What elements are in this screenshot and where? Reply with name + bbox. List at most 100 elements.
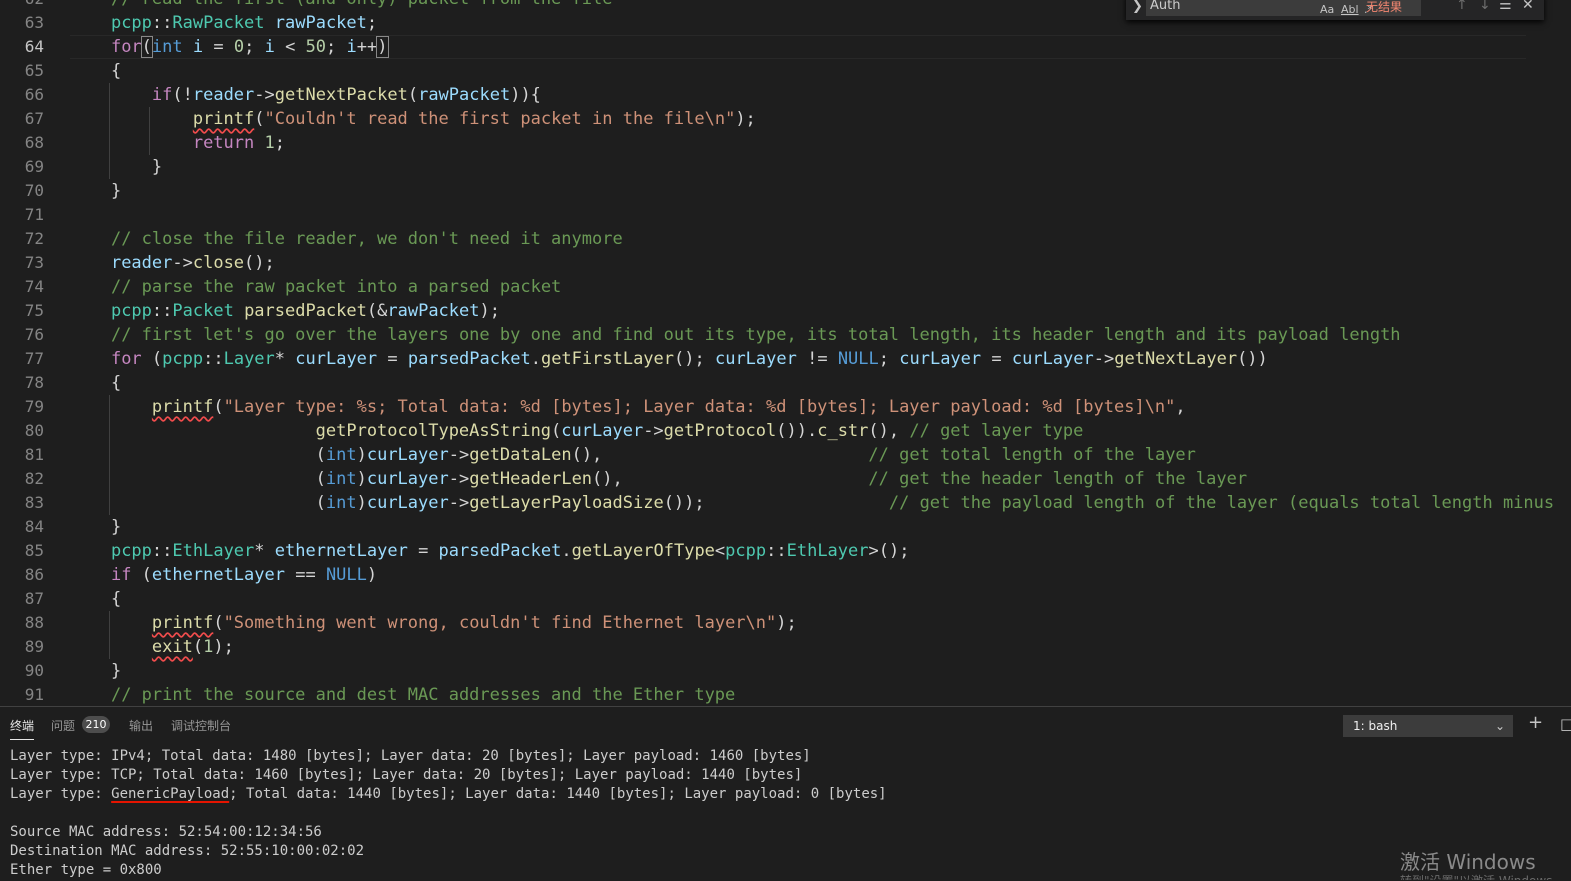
code-token: getProtocol bbox=[663, 421, 777, 441]
problems-count-badge: 210 bbox=[82, 716, 110, 733]
code-token: reader bbox=[192, 85, 255, 105]
code-token: = bbox=[981, 349, 1012, 369]
tab-output[interactable]: 输出 bbox=[129, 717, 153, 734]
code-token: (); bbox=[244, 253, 275, 273]
code-token: ; bbox=[326, 37, 347, 57]
code-token: (); bbox=[674, 349, 715, 369]
code-token: "Layer type: %s; Total data: %d [bytes];… bbox=[223, 397, 1176, 417]
code-token: EthLayer bbox=[172, 541, 255, 561]
code-token: pcpp bbox=[110, 541, 152, 561]
code-token: . bbox=[561, 541, 572, 561]
code-token: Layer bbox=[223, 349, 275, 369]
code-line: exit(1); bbox=[70, 635, 234, 659]
line-number: 70 bbox=[24, 181, 44, 200]
tab-terminal[interactable]: 终端 bbox=[10, 717, 35, 740]
line-number: 81 bbox=[24, 445, 44, 464]
code-token: < bbox=[714, 541, 726, 561]
code-token: curLayer bbox=[1011, 349, 1094, 369]
tab-debug-console[interactable]: 调试控制台 bbox=[171, 717, 231, 734]
line-number: 72 bbox=[24, 229, 44, 248]
code-token: >(); bbox=[868, 541, 910, 561]
code-token: NULL bbox=[837, 349, 879, 369]
code-token: rawPacket bbox=[274, 13, 367, 33]
code-token: :: bbox=[151, 301, 173, 321]
code-token: -> bbox=[448, 469, 470, 489]
code-token: (), bbox=[868, 421, 910, 441]
code-token: ()); bbox=[663, 493, 889, 513]
code-token: reader bbox=[110, 253, 173, 273]
code-token: ++ bbox=[356, 37, 378, 57]
code-token: -> bbox=[448, 493, 470, 513]
line-number: 68 bbox=[24, 133, 44, 152]
code-token: ( bbox=[131, 565, 152, 585]
line-number: 87 bbox=[24, 589, 44, 608]
code-line: reader->close(); bbox=[70, 251, 275, 275]
error-squiggle: printf bbox=[151, 613, 214, 633]
code-token: // parse the raw packet into a parsed pa… bbox=[110, 277, 562, 297]
code-editor[interactable]: 62 63 64 65 66 67 68 69 70 71 72 73 74 7… bbox=[0, 0, 1571, 706]
code-token: c_str bbox=[817, 421, 869, 441]
code-token: ; bbox=[274, 133, 285, 153]
plus-icon[interactable]: + bbox=[1528, 712, 1543, 733]
code-token: if bbox=[151, 85, 173, 105]
code-token: ; bbox=[366, 13, 378, 33]
code-token: 1 bbox=[264, 133, 275, 153]
line-number: 77 bbox=[24, 349, 44, 368]
chevron-right-icon[interactable]: ❯ bbox=[1132, 0, 1143, 14]
code-token: Packet bbox=[172, 301, 234, 321]
code-token: ); bbox=[735, 109, 756, 129]
tab-problems[interactable]: 问题 bbox=[51, 717, 75, 734]
code-token: for bbox=[110, 37, 142, 57]
code-token: :: bbox=[203, 349, 224, 369]
terminal-select[interactable]: 1: bash ⌄ bbox=[1343, 715, 1513, 737]
overview-ruler[interactable] bbox=[1559, 0, 1571, 706]
code-token: ( bbox=[213, 397, 224, 417]
arrow-up-icon[interactable]: ↑ bbox=[1456, 0, 1468, 13]
line-number: 63 bbox=[24, 13, 44, 32]
code-line: // parse the raw packet into a parsed pa… bbox=[70, 275, 561, 299]
code-line: printf("Layer type: %s; Total data: %d [… bbox=[70, 395, 1186, 419]
match-case-icon[interactable]: Aa bbox=[1320, 0, 1334, 20]
code-token: curLayer bbox=[899, 349, 982, 369]
code-line: if (ethernetLayer == NULL) bbox=[70, 563, 377, 587]
code-token: // get the header length of the layer bbox=[868, 469, 1248, 489]
code-token: int bbox=[151, 37, 183, 57]
whole-word-icon[interactable]: Abl bbox=[1341, 0, 1359, 20]
line-number: 86 bbox=[24, 565, 44, 584]
code-token: // read the first (and only) packet from… bbox=[111, 0, 613, 9]
code-token: i bbox=[264, 37, 275, 57]
code-token: ; bbox=[244, 37, 265, 57]
code-token: = bbox=[203, 37, 234, 57]
terminal-line: Layer type: TCP; Total data: 1460 [bytes… bbox=[10, 767, 803, 783]
code-token: ( bbox=[70, 469, 326, 489]
close-icon[interactable]: ✕ bbox=[1522, 0, 1534, 13]
code-token: { bbox=[70, 373, 122, 393]
error-squiggle: printf bbox=[192, 109, 255, 129]
split-terminal-icon[interactable]: □ bbox=[1560, 715, 1571, 733]
terminal-line: Ether type = 0x800 bbox=[10, 862, 162, 878]
code-token: . bbox=[530, 349, 541, 369]
find-in-selection-icon[interactable]: ☰ bbox=[1499, 0, 1512, 13]
code-token: rawPacket bbox=[387, 301, 480, 321]
line-number: 83 bbox=[24, 493, 44, 512]
code-token: getHeaderLen bbox=[469, 469, 593, 489]
code-token: ); bbox=[213, 637, 234, 657]
line-number: 64 bbox=[24, 37, 44, 56]
code-token: * bbox=[254, 541, 275, 561]
code-token: pcpp bbox=[162, 349, 204, 369]
code-text-area[interactable]: // read the first (and only) packet from… bbox=[70, 0, 1560, 706]
code-token: ethernetLayer bbox=[151, 565, 285, 585]
code-token: "Couldn't read the first packet in the f… bbox=[264, 109, 736, 129]
code-token: int bbox=[325, 445, 357, 465]
arrow-down-icon[interactable]: ↓ bbox=[1479, 0, 1491, 13]
line-number: 65 bbox=[24, 61, 44, 80]
